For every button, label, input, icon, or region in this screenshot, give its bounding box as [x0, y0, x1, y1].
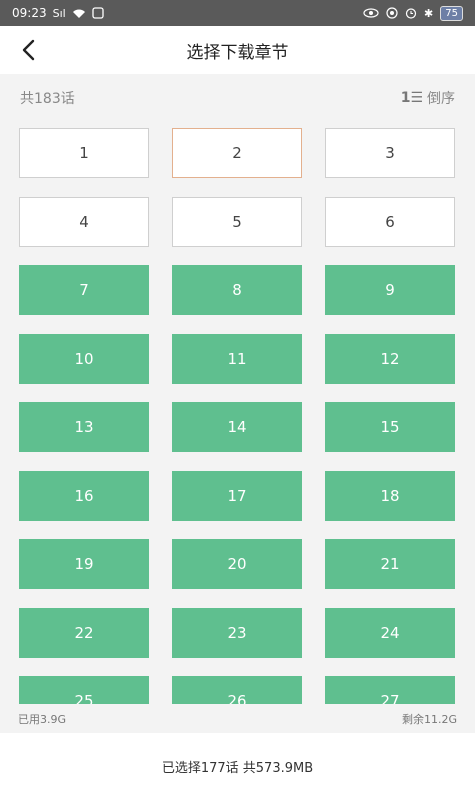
chapter-button-2[interactable]: 2: [172, 128, 302, 178]
status-bar: 09:23 Sıl ✱ 75: [0, 0, 475, 26]
chapter-button-17[interactable]: 17: [172, 470, 302, 521]
location-icon: [386, 7, 398, 19]
chapter-button-1[interactable]: 1: [19, 128, 149, 178]
chapter-button-26[interactable]: 26: [172, 676, 302, 704]
chapter-button-19[interactable]: 19: [19, 539, 149, 589]
chapter-button-3[interactable]: 3: [325, 128, 455, 178]
chapter-button-8[interactable]: 8: [172, 265, 302, 315]
chapter-button-4[interactable]: 4: [19, 196, 149, 247]
download-summary-bar[interactable]: 已选择177话 共573.9MB: [0, 733, 475, 800]
battery-indicator: 75: [440, 5, 463, 21]
chapter-button-21[interactable]: 21: [325, 539, 455, 589]
chapter-button-6[interactable]: 6: [325, 196, 455, 247]
chapter-button-20[interactable]: 20: [172, 539, 302, 589]
eye-icon: [363, 8, 379, 18]
back-button[interactable]: [14, 36, 42, 64]
chapter-total: 共183话: [20, 91, 75, 107]
bluetooth-icon: ✱: [424, 6, 434, 20]
chapter-grid-scroll[interactable]: 1 2 3 4 5 6 7 8 9 10 11 12 13 14 15 16 17 18 19 20 21 22 23 24 2…: [0, 122, 475, 704]
chapter-button-10[interactable]: 10: [19, 333, 149, 384]
notification-icon: [92, 7, 104, 19]
chapter-button-22[interactable]: 22: [19, 607, 149, 658]
chapter-button-16[interactable]: 16: [19, 470, 149, 521]
chapter-button-11[interactable]: 11: [172, 333, 302, 384]
wifi-icon: [72, 9, 85, 18]
chapter-button-25[interactable]: 25: [19, 676, 149, 704]
chapter-button-27[interactable]: 27: [325, 676, 455, 704]
alarm-icon: [405, 8, 417, 19]
selection-summary: 已选择177话 共573.9MB: [161, 761, 314, 776]
storage-used: 已用3.9G: [18, 713, 67, 726]
sort-label: 倒序: [427, 91, 455, 107]
sort-order-icon: 1☰: [400, 90, 423, 106]
chapter-info-row: 共183话 1☰ 倒序: [0, 74, 475, 122]
chapter-grid: 1 2 3 4 5 6 7 8 9 10 11 12 13 14 15 16 17 18 19 20 21 22 23 24 2…: [0, 122, 475, 704]
page-title: 选择下载章节: [186, 42, 289, 63]
chapter-button-15[interactable]: 15: [325, 402, 455, 452]
chapter-button-7[interactable]: 7: [19, 265, 149, 315]
signal-icon: Sıl: [52, 6, 66, 20]
sort-toggle-button[interactable]: 1☰ 倒序: [401, 88, 455, 108]
status-time: 09:23: [12, 6, 47, 20]
chapter-button-9[interactable]: 9: [325, 265, 455, 315]
chapter-button-5[interactable]: 5: [172, 196, 302, 247]
chevron-left-icon: [22, 39, 35, 61]
nav-bar: 选择下载章节: [0, 26, 475, 74]
chapter-button-18[interactable]: 18: [325, 470, 455, 521]
chapter-button-14[interactable]: 14: [172, 402, 302, 452]
chapter-button-23[interactable]: 23: [172, 607, 302, 658]
chapter-button-13[interactable]: 13: [19, 402, 149, 452]
chapter-button-12[interactable]: 12: [325, 333, 455, 384]
storage-remaining: 剩余11.2G: [401, 713, 457, 726]
chapter-button-24[interactable]: 24: [325, 607, 455, 658]
storage-info: 已用3.9G 剩余11.2G: [0, 705, 475, 733]
